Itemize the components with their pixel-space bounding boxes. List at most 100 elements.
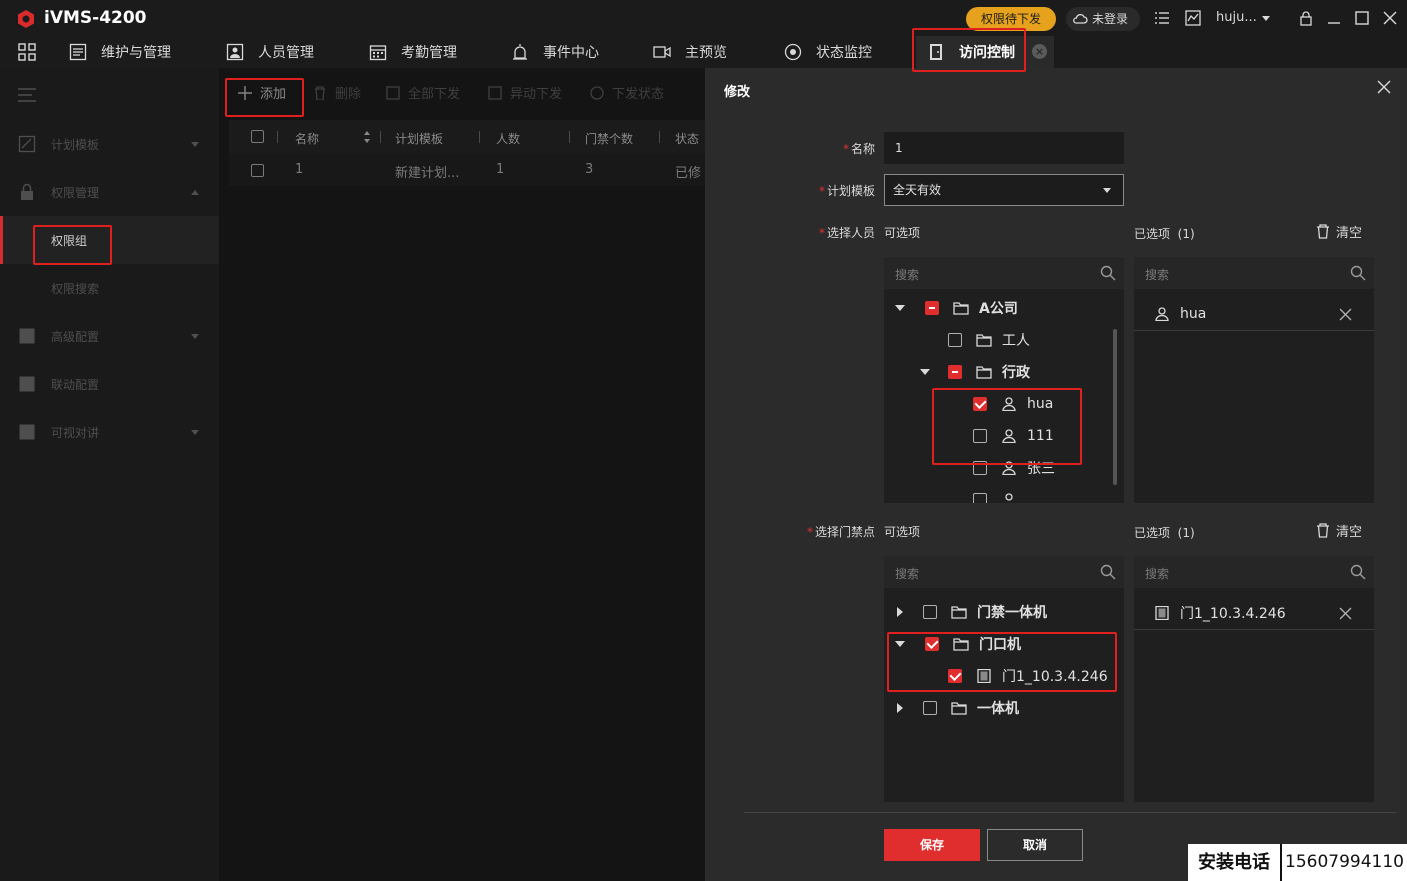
tab-personnel[interactable]: 人员管理 [226,36,314,68]
sidebar-item-permission-management[interactable]: 权限管理 [0,168,219,216]
tree-node-all-in-one[interactable]: 一体机 [897,692,1019,724]
tree-node-workers[interactable]: 工人 [948,324,1030,356]
caret-down-icon[interactable] [895,305,905,311]
selected-doors-search-input[interactable]: 搜索 [1134,556,1374,588]
search-icon[interactable] [1350,265,1366,281]
send-all-button[interactable]: 全部下发 [386,83,460,102]
sidebar-item-schedule-template[interactable]: 计划模板 [0,120,219,168]
chevron-down-icon[interactable] [1262,16,1270,21]
name-field[interactable]: 1 [884,132,1124,164]
tree-node-person-partial[interactable] [973,484,1017,503]
monitor-chart-icon[interactable] [1185,10,1201,26]
sidebar-item-permission-search[interactable]: 权限搜索 [0,264,219,312]
list-icon[interactable] [1154,10,1170,26]
row-checkbox[interactable] [251,164,264,177]
search-icon[interactable] [1100,265,1116,281]
tab-label: 考勤管理 [401,45,457,61]
cloud-login-button[interactable]: 未登录 [1066,7,1140,31]
sidebar-item-label: 权限搜索 [51,282,100,296]
caret-down-icon[interactable] [920,369,930,375]
app-grid-icon[interactable] [18,43,36,61]
selected-door-item[interactable]: 门1_10.3.4.246 [1134,596,1374,630]
send-status-button[interactable]: 下发状态 [590,83,664,102]
maximize-icon[interactable] [1354,10,1370,26]
send-diff-button[interactable]: 异动下发 [488,83,562,102]
node-checkbox[interactable] [948,333,962,347]
node-checkbox[interactable] [925,301,939,315]
tab-label: 人员管理 [258,45,314,61]
send-all-icon [386,85,400,100]
cancel-button[interactable]: 取消 [987,829,1083,861]
close-icon[interactable] [1382,10,1398,26]
node-checkbox[interactable] [923,605,937,619]
column-header-name[interactable]: 名称 [295,130,319,147]
send-all-label: 全部下发 [408,87,461,102]
selected-person-item[interactable]: hua [1134,297,1374,331]
cell-status: 已修 [675,166,702,181]
node-checkbox[interactable] [973,493,987,503]
search-icon[interactable] [1350,564,1366,580]
column-header-status: 状态 [675,132,700,146]
user-name[interactable]: huju... [1216,10,1257,25]
minimize-icon[interactable] [1326,10,1342,26]
people-label: * 选择人员 [818,226,875,240]
app-logo-icon [18,10,34,28]
door-icon [1155,605,1169,620]
folder-icon [951,702,967,715]
available-label: 可选项 [884,226,921,240]
intercom-icon [19,424,35,440]
sidebar-item-label: 联动配置 [51,378,100,392]
tree-node-access-terminal[interactable]: 门禁一体机 [897,596,1047,628]
tab-close-icon[interactable]: × [1032,44,1047,59]
sidebar-item-linkage-config[interactable]: 联动配置 [0,360,219,408]
door-search-input[interactable]: 搜索 [884,556,1124,588]
tab-maintenance[interactable]: 维护与管理 [69,36,171,68]
close-icon[interactable] [1377,80,1391,94]
tab-status-monitor[interactable]: 状态监控 [784,36,872,68]
schedule-template-select[interactable]: 全天有效 [884,174,1124,206]
menu-collapse-icon[interactable] [18,88,36,102]
search-icon[interactable] [1100,564,1116,580]
sidebar-item-label: 可视对讲 [51,426,100,440]
cell-name: 1 [295,162,304,177]
person-icon [1005,493,1013,501]
people-search-input[interactable]: 搜索 [884,257,1124,289]
doors-selected-list: 搜索 门1_10.3.4.246 [1134,556,1374,802]
highlight-permission-group [33,225,112,265]
sidebar-item-video-intercom[interactable]: 可视对讲 [0,408,219,456]
node-label: 一体机 [977,701,1019,717]
selected-people-search-input[interactable]: 搜索 [1134,257,1374,289]
template-value: 全天有效 [893,183,942,197]
clear-doors-button[interactable]: 清空 [1316,521,1362,540]
caret-right-icon[interactable] [897,703,903,713]
lock-icon[interactable] [1298,10,1314,26]
scrollbar[interactable] [1113,329,1117,485]
column-divider [277,131,278,143]
node-checkbox[interactable] [948,365,962,379]
tab-attendance[interactable]: 考勤管理 [369,36,457,68]
sidebar-item-advanced-config[interactable]: 高级配置 [0,312,219,360]
table-header: 名称 计划模板 人数 门禁个数 状态 [229,120,705,154]
save-button[interactable]: 保存 [884,829,980,861]
trash-icon [1317,224,1329,239]
delete-label: 删除 [335,87,362,102]
folder-icon [976,334,992,347]
tree-node-company[interactable]: A公司 [895,292,1018,324]
remove-icon[interactable] [1339,607,1352,620]
tab-event-center[interactable]: 事件中心 [511,36,599,68]
sort-icon[interactable] [363,130,371,144]
select-all-checkbox[interactable] [251,130,264,143]
caret-right-icon[interactable] [897,607,903,617]
delete-button[interactable]: 删除 [313,83,361,102]
tree-node-admin[interactable]: 行政 [920,356,1030,388]
node-label: 工人 [1002,333,1030,349]
clear-people-button[interactable]: 清空 [1316,222,1362,241]
tab-main-preview[interactable]: 主预览 [653,36,727,68]
column-divider [380,131,381,143]
column-divider [659,131,660,143]
title-bar: iVMS-4200 权限待下发 未登录 huju... [0,0,1407,36]
node-checkbox[interactable] [923,701,937,715]
schedule-icon [18,135,36,153]
remove-icon[interactable] [1339,308,1352,321]
maintenance-icon [69,43,87,61]
